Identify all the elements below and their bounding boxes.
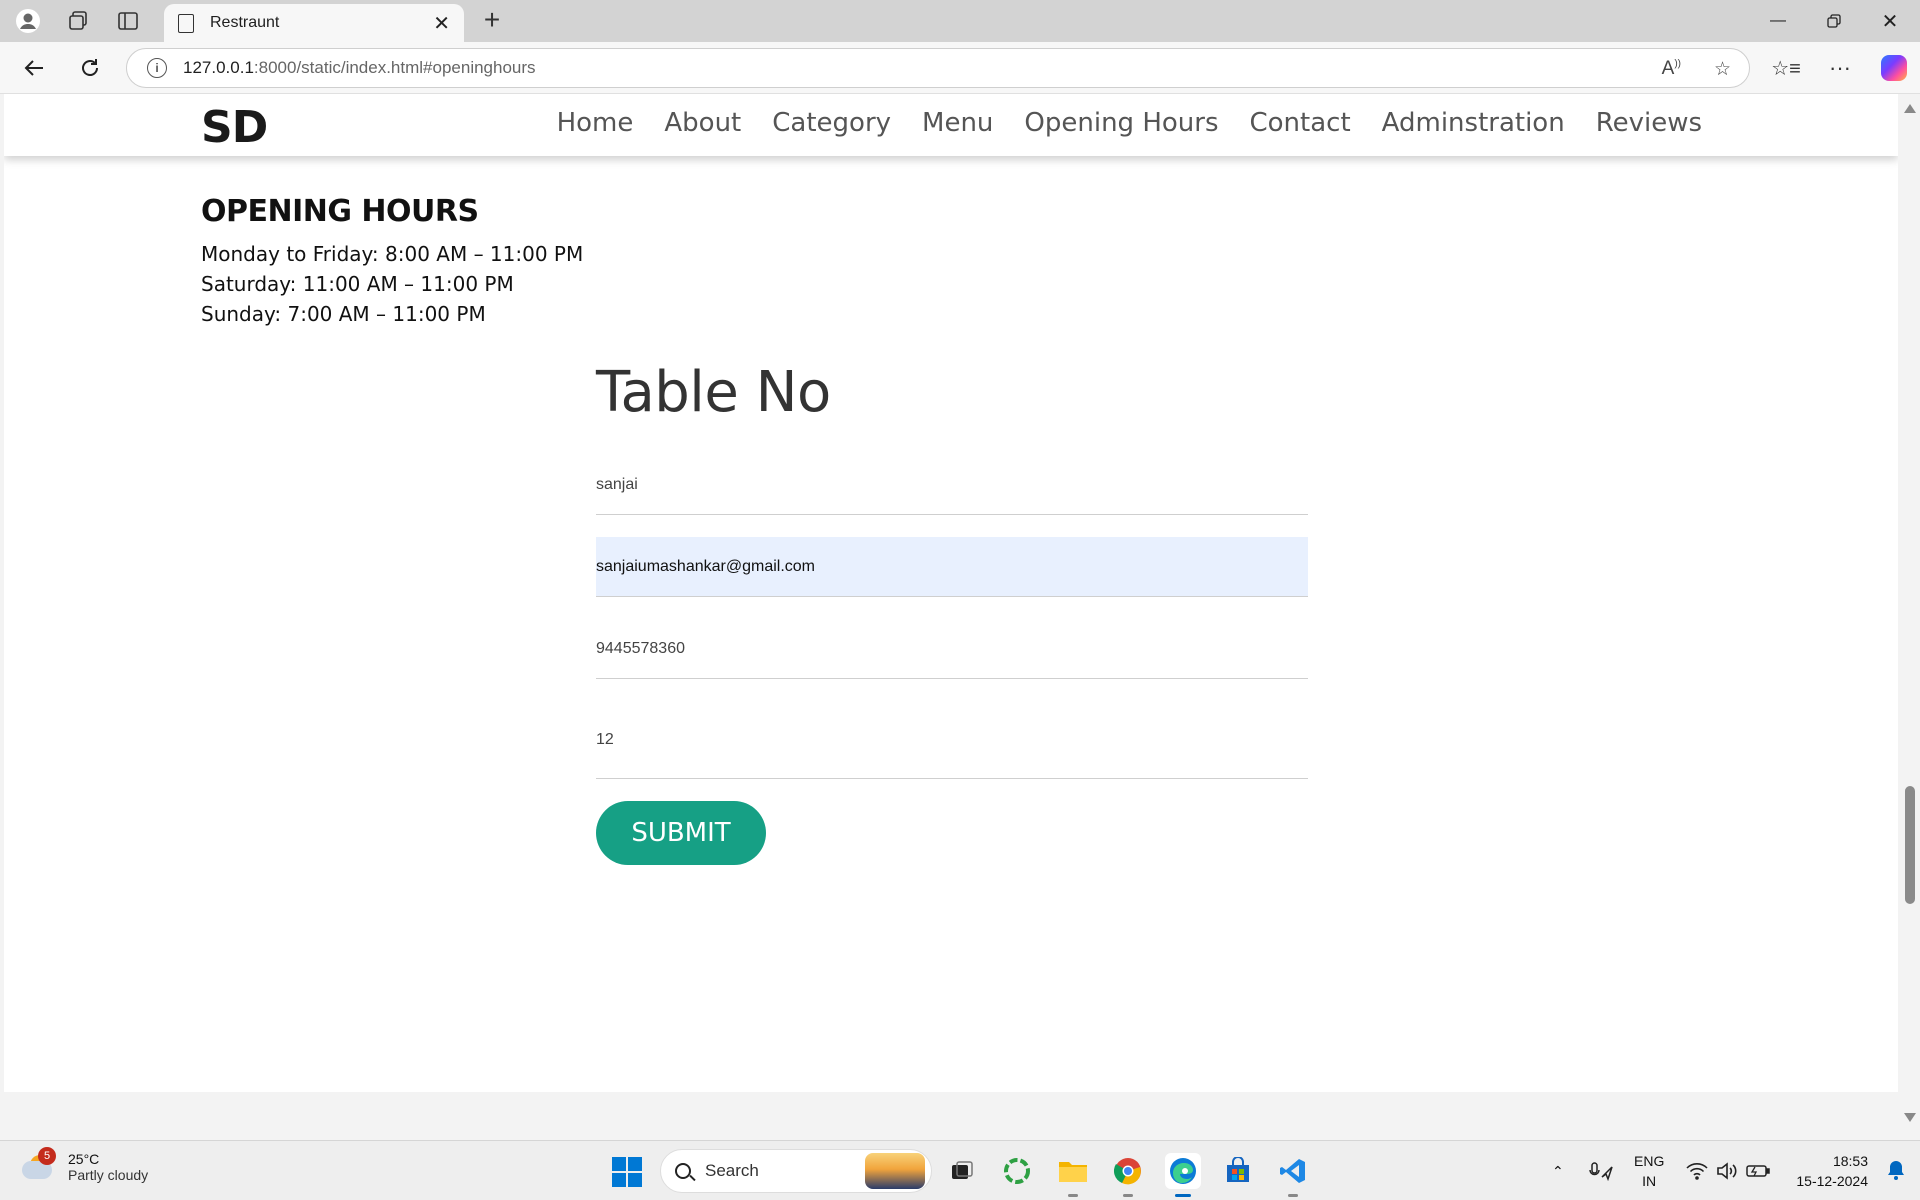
notification-bell-icon[interactable] bbox=[1886, 1159, 1906, 1181]
tab-title: Restraunt bbox=[210, 14, 280, 31]
page-scrollbar[interactable] bbox=[1898, 94, 1920, 1134]
new-tab-button[interactable]: + bbox=[476, 6, 508, 36]
submit-button[interactable]: SUBMIT bbox=[596, 801, 766, 865]
vscode-icon[interactable] bbox=[1275, 1153, 1311, 1197]
task-view-icon[interactable] bbox=[944, 1153, 980, 1189]
scroll-thumb[interactable] bbox=[1905, 786, 1915, 904]
mic-location-icon[interactable] bbox=[1588, 1141, 1614, 1200]
weather-description: Partly cloudy bbox=[68, 1167, 149, 1183]
nav-home[interactable]: Home bbox=[557, 108, 634, 138]
address-bar[interactable]: i 127.0.0.1:8000/static/index.html#openi… bbox=[126, 48, 1750, 88]
form-title: Table No bbox=[596, 360, 831, 425]
tab-strip: Restraunt ✕ + — ✕ bbox=[0, 0, 1920, 42]
url-text: 127.0.0.1:8000/static/index.html#opening… bbox=[183, 58, 536, 77]
back-icon[interactable] bbox=[16, 52, 52, 84]
nav-opening-hours[interactable]: Opening Hours bbox=[1024, 108, 1218, 138]
site-header: SD Home About Category Menu Opening Hour… bbox=[4, 94, 1898, 156]
file-explorer-icon[interactable] bbox=[1055, 1153, 1091, 1197]
edge-icon[interactable] bbox=[1165, 1153, 1201, 1197]
search-icon bbox=[675, 1163, 691, 1179]
profile-icon[interactable] bbox=[8, 6, 48, 36]
refresh-icon[interactable] bbox=[72, 52, 108, 84]
page-viewport: SD Home About Category Menu Opening Hour… bbox=[4, 94, 1898, 1134]
battery-icon[interactable] bbox=[1746, 1141, 1770, 1200]
nav-about[interactable]: About bbox=[664, 108, 741, 138]
read-aloud-icon[interactable]: A)) bbox=[1662, 58, 1681, 80]
page-icon bbox=[178, 13, 194, 33]
phone-input[interactable]: 9445578360 bbox=[596, 619, 1308, 679]
site-logo[interactable]: SD bbox=[201, 102, 268, 153]
hours-weekdays: Monday to Friday: 8:00 AM – 11:00 PM bbox=[201, 242, 584, 266]
site-info-icon[interactable]: i bbox=[147, 58, 167, 78]
chrome-icon[interactable] bbox=[1110, 1153, 1146, 1197]
weather-icon: 5 bbox=[22, 1147, 56, 1183]
clock-date: 15-12-2024 bbox=[1796, 1173, 1868, 1189]
table-number-input[interactable]: 12 bbox=[596, 701, 1308, 779]
spinner-app-icon[interactable] bbox=[999, 1153, 1035, 1189]
favorite-star-icon[interactable]: ☆ bbox=[1714, 58, 1731, 81]
clock-time: 18:53 bbox=[1832, 1153, 1868, 1169]
weather-badge: 5 bbox=[38, 1147, 56, 1165]
email-input[interactable]: sanjaiumashankar@gmail.com bbox=[596, 537, 1308, 597]
show-hidden-icons[interactable]: ⌃ bbox=[1552, 1141, 1564, 1200]
store-icon[interactable] bbox=[1220, 1153, 1256, 1189]
nav-reviews[interactable]: Reviews bbox=[1596, 108, 1702, 138]
browser-toolbar: i 127.0.0.1:8000/static/index.html#openi… bbox=[0, 42, 1920, 94]
nav-administration[interactable]: Adminstration bbox=[1382, 108, 1565, 138]
taskbar-search[interactable]: Search bbox=[660, 1149, 932, 1193]
weather-widget[interactable]: 5 25°C Partly cloudy bbox=[22, 1147, 149, 1183]
hours-saturday: Saturday: 11:00 AM – 11:00 PM bbox=[201, 272, 514, 296]
windows-start-icon[interactable] bbox=[612, 1157, 642, 1187]
wifi-icon[interactable] bbox=[1686, 1141, 1708, 1200]
browser-tab-active[interactable]: Restraunt ✕ bbox=[164, 4, 464, 42]
nav-contact[interactable]: Contact bbox=[1250, 108, 1351, 138]
copilot-icon[interactable] bbox=[1876, 52, 1912, 84]
restore-icon[interactable] bbox=[1806, 0, 1862, 42]
system-clock[interactable]: 18:53 15-12-2024 bbox=[1796, 1151, 1868, 1191]
taskbar: 5 25°C Partly cloudy Search ⌃ ENG IN 18:… bbox=[0, 1140, 1920, 1200]
search-label: Search bbox=[705, 1161, 759, 1180]
vertical-tabs-icon[interactable] bbox=[108, 6, 148, 36]
site-nav: Home About Category Menu Opening Hours C… bbox=[526, 108, 1702, 138]
nav-category[interactable]: Category bbox=[772, 108, 891, 138]
opening-hours-section: OPENING HOURS Monday to Friday: 8:00 AM … bbox=[201, 194, 583, 329]
close-window-icon[interactable]: ✕ bbox=[1862, 0, 1918, 42]
opening-hours-heading: OPENING HOURS bbox=[201, 194, 479, 229]
workspaces-icon[interactable] bbox=[58, 6, 98, 36]
close-tab-icon[interactable]: ✕ bbox=[433, 11, 450, 36]
language-indicator[interactable]: ENG IN bbox=[1634, 1151, 1664, 1191]
scroll-up-icon[interactable] bbox=[1904, 104, 1916, 113]
name-input[interactable]: sanjai bbox=[596, 455, 1308, 515]
hours-sunday: Sunday: 7:00 AM – 11:00 PM bbox=[201, 302, 486, 326]
temperature: 25°C bbox=[68, 1151, 100, 1167]
favorites-icon[interactable]: ☆≡ bbox=[1768, 52, 1804, 84]
page-footer-band bbox=[4, 1092, 1898, 1134]
search-highlight-image bbox=[865, 1153, 925, 1189]
table-booking-form: Table No sanjai sanjaiumashankar@gmail.c… bbox=[596, 360, 1308, 865]
nav-menu[interactable]: Menu bbox=[922, 108, 993, 138]
scroll-down-icon[interactable] bbox=[1904, 1113, 1916, 1122]
more-menu-icon[interactable]: ··· bbox=[1822, 52, 1858, 84]
volume-icon[interactable] bbox=[1716, 1141, 1738, 1200]
minimize-icon[interactable]: — bbox=[1750, 0, 1806, 42]
